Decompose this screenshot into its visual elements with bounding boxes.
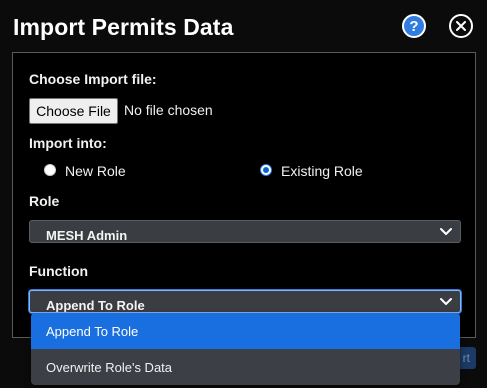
function-dropdown-menu: Append To Role Overwrite Role's Data: [31, 313, 460, 385]
close-icon: [456, 21, 466, 31]
new-role-radio[interactable]: [44, 164, 56, 176]
function-select-value: Append To Role: [46, 298, 145, 313]
new-role-label[interactable]: New Role: [65, 163, 126, 179]
role-label: Role: [29, 193, 60, 209]
role-select-value: MESH Admin: [46, 228, 128, 243]
close-button[interactable]: [449, 14, 473, 38]
file-label: Choose Import file:: [29, 71, 157, 87]
existing-role-label[interactable]: Existing Role: [281, 163, 363, 179]
role-select[interactable]: MESH Admin: [29, 220, 461, 243]
chevron-down-icon: [440, 228, 452, 235]
choose-file-button[interactable]: Choose File: [29, 98, 118, 124]
function-label: Function: [29, 263, 89, 279]
option-append-to-role[interactable]: Append To Role: [31, 313, 460, 349]
import-into-label: Import into:: [29, 135, 107, 151]
function-select[interactable]: Append To Role: [29, 290, 461, 313]
import-start-button-label: rt: [462, 351, 470, 365]
chevron-down-icon: [440, 298, 452, 305]
existing-role-radio[interactable]: [260, 164, 272, 176]
dialog-title: Import Permits Data: [13, 14, 234, 40]
option-overwrite-role-data[interactable]: Overwrite Role's Data: [31, 349, 460, 385]
file-status-text: No file chosen: [124, 102, 213, 118]
question-icon: ?: [409, 17, 419, 35]
help-button[interactable]: ?: [402, 14, 426, 38]
